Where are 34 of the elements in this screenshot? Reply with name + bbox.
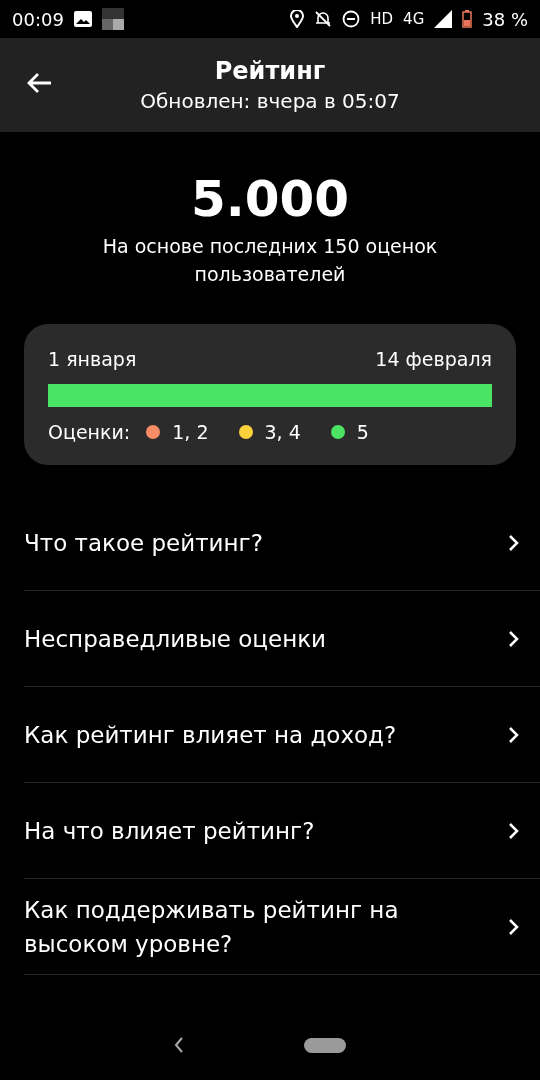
legend-label: Оценки: bbox=[48, 421, 131, 443]
legend-text: 5 bbox=[356, 421, 369, 443]
chevron-icon bbox=[508, 629, 520, 648]
rating-value: 5.000 bbox=[189, 170, 351, 228]
home-button[interactable] bbox=[304, 1037, 346, 1053]
menu-item[interactable]: Как рейтинг влияет на доход? bbox=[24, 687, 540, 783]
menu-item[interactable]: Несправедливые оценки bbox=[24, 591, 540, 687]
legend-text: 3, 4 bbox=[264, 421, 301, 443]
menu-item[interactable]: Как поддерживать рейтинг на высоком уровне? bbox=[24, 879, 540, 975]
menu-item[interactable]: Что такое рейтинг? bbox=[24, 495, 540, 591]
start-date: 1 января bbox=[48, 348, 137, 370]
battery-icon bbox=[462, 10, 473, 28]
chevron-icon bbox=[508, 821, 520, 840]
battery-level: 38 % bbox=[482, 8, 528, 30]
rating-caption: На основе последних 150 оценок пользователей bbox=[101, 234, 439, 287]
chevron-icon bbox=[508, 533, 520, 552]
app-icon bbox=[101, 8, 124, 30]
location-icon bbox=[290, 10, 305, 28]
chevron-icon bbox=[508, 725, 520, 744]
network-label: 4G bbox=[403, 10, 425, 28]
bell-off-icon bbox=[314, 10, 333, 28]
image-icon bbox=[73, 11, 92, 27]
end-date: 14 февраля bbox=[375, 348, 492, 370]
chevron-icon bbox=[508, 917, 520, 936]
back-arrow-icon bbox=[26, 72, 52, 94]
do-not-disturb-icon bbox=[342, 10, 361, 28]
network-label: HD bbox=[370, 10, 394, 28]
nav-back-icon[interactable] bbox=[174, 1037, 184, 1053]
page-title: Рейтинг bbox=[214, 57, 326, 85]
signal-icon bbox=[434, 10, 453, 28]
legend-text: 1, 2 bbox=[172, 421, 209, 443]
menu-item[interactable]: На что влияет рейтинг? bbox=[24, 783, 540, 879]
update-time: Обновлен: вчера в 05:07 bbox=[140, 89, 400, 113]
clock: 00:09 bbox=[12, 8, 64, 30]
